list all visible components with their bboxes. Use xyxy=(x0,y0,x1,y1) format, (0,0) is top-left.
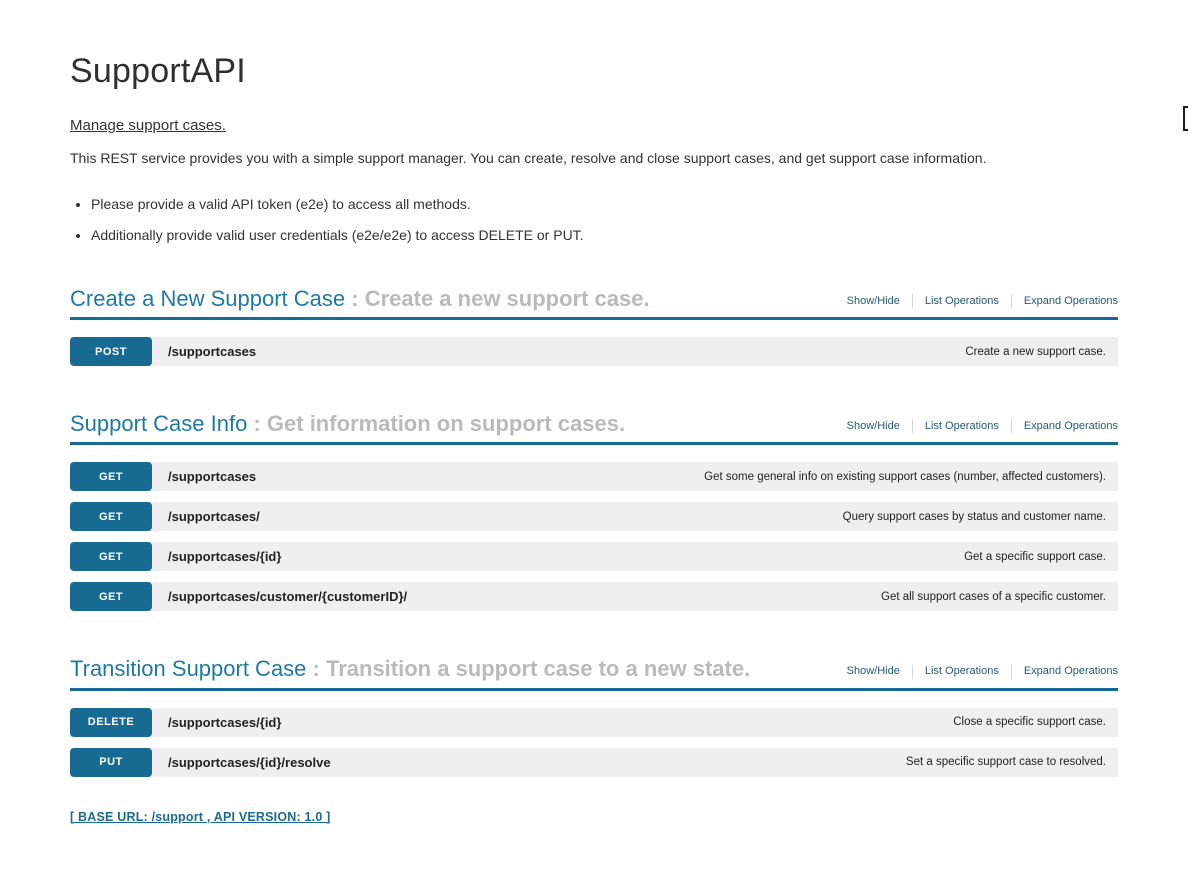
operation-summary: Get all support cases of a specific cust… xyxy=(881,591,1106,603)
section-title-separator: : xyxy=(345,286,365,311)
api-section: Create a New Support Case : Create a new… xyxy=(70,287,1118,366)
section-title-separator: : xyxy=(247,411,267,436)
operation-path[interactable]: /supportcases xyxy=(168,469,256,484)
section-header: Support Case Info : Get information on s… xyxy=(70,412,1118,445)
list-operations-link[interactable]: List Operations xyxy=(913,666,1011,677)
show-hide-link[interactable]: Show/Hide xyxy=(847,296,912,307)
api-section: Support Case Info : Get information on s… xyxy=(70,412,1118,611)
operation-path[interactable]: /supportcases/customer/{customerID}/ xyxy=(168,589,407,604)
note-api-token: Please provide a valid API token (e2e) t… xyxy=(91,196,1118,212)
expand-operations-link[interactable]: Expand Operations xyxy=(1012,421,1118,432)
section-title[interactable]: Create a New Support Case xyxy=(70,286,345,311)
note-user-credentials: Additionally provide valid user credenti… xyxy=(91,227,1118,243)
operation-row[interactable]: GET /supportcases/customer/{customerID}/… xyxy=(70,582,1118,611)
text-cursor-icon xyxy=(1181,106,1188,131)
operation-summary: Create a new support case. xyxy=(965,346,1106,358)
page-title: SupportAPI xyxy=(70,52,1118,91)
show-hide-link[interactable]: Show/Hide xyxy=(847,666,912,677)
operations: POST /supportcases Create a new support … xyxy=(70,337,1118,366)
section-subtitle: Get information on support cases. xyxy=(267,411,625,436)
section-title[interactable]: Support Case Info xyxy=(70,411,247,436)
section-heading: Create a New Support Case : Create a new… xyxy=(70,287,650,311)
method-badge[interactable]: GET xyxy=(70,582,152,611)
list-operations-link[interactable]: List Operations xyxy=(913,296,1011,307)
section-title-separator: : xyxy=(306,656,326,681)
api-doc-page: SupportAPI Manage support cases. This RE… xyxy=(70,0,1118,826)
operation-path[interactable]: /supportcases/{id}/resolve xyxy=(168,755,331,770)
expand-operations-link[interactable]: Expand Operations xyxy=(1012,666,1118,677)
show-hide-link[interactable]: Show/Hide xyxy=(847,421,912,432)
operation-path[interactable]: /supportcases/ xyxy=(168,509,260,524)
operation-row[interactable]: GET /supportcases Get some general info … xyxy=(70,462,1118,491)
list-operations-link[interactable]: List Operations xyxy=(913,421,1011,432)
section-heading: Support Case Info : Get information on s… xyxy=(70,412,625,436)
operation-row[interactable]: POST /supportcases Create a new support … xyxy=(70,337,1118,366)
section-header: Transition Support Case : Transition a s… xyxy=(70,657,1118,690)
operation-row[interactable]: GET /supportcases/ Query support cases b… xyxy=(70,502,1118,531)
operation-summary: Get some general info on existing suppor… xyxy=(704,471,1106,483)
method-badge[interactable]: POST xyxy=(70,337,152,366)
method-badge[interactable]: GET xyxy=(70,502,152,531)
operation-summary: Get a specific support case. xyxy=(964,551,1106,563)
operation-path[interactable]: /supportcases/{id} xyxy=(168,715,281,730)
section-subtitle: Create a new support case. xyxy=(365,286,650,311)
method-badge[interactable]: PUT xyxy=(70,748,152,777)
section-subtitle: Transition a support case to a new state… xyxy=(326,656,750,681)
section-title[interactable]: Transition Support Case xyxy=(70,656,306,681)
section-heading: Transition Support Case : Transition a s… xyxy=(70,657,750,681)
operation-row[interactable]: GET /supportcases/{id} Get a specific su… xyxy=(70,542,1118,571)
operation-path[interactable]: /supportcases xyxy=(168,344,256,359)
manage-support-cases-link[interactable]: Manage support cases. xyxy=(70,117,226,134)
operations: GET /supportcases Get some general info … xyxy=(70,462,1118,611)
section-header: Create a New Support Case : Create a new… xyxy=(70,287,1118,320)
expand-operations-link[interactable]: Expand Operations xyxy=(1012,296,1118,307)
api-section: Transition Support Case : Transition a s… xyxy=(70,657,1118,776)
service-description: This REST service provides you with a si… xyxy=(70,150,1118,166)
method-badge[interactable]: GET xyxy=(70,542,152,571)
auth-notes-list: Please provide a valid API token (e2e) t… xyxy=(70,196,1118,243)
method-badge[interactable]: DELETE xyxy=(70,708,152,737)
sections: Create a New Support Case : Create a new… xyxy=(70,287,1118,777)
operation-row[interactable]: DELETE /supportcases/{id} Close a specif… xyxy=(70,708,1118,737)
operation-path[interactable]: /supportcases/{id} xyxy=(168,549,281,564)
operation-row[interactable]: PUT /supportcases/{id}/resolve Set a spe… xyxy=(70,748,1118,777)
operations: DELETE /supportcases/{id} Close a specif… xyxy=(70,708,1118,777)
section-controls: Show/Hide List Operations Expand Operati… xyxy=(847,294,1118,311)
method-badge[interactable]: GET xyxy=(70,462,152,491)
operation-summary: Close a specific support case. xyxy=(953,716,1106,728)
operation-summary: Set a specific support case to resolved. xyxy=(906,756,1106,768)
section-controls: Show/Hide List Operations Expand Operati… xyxy=(847,419,1118,436)
section-controls: Show/Hide List Operations Expand Operati… xyxy=(847,665,1118,682)
operation-summary: Query support cases by status and custom… xyxy=(843,511,1106,523)
base-url-link[interactable]: [ BASE URL: /support , API VERSION: 1.0 … xyxy=(70,810,331,824)
